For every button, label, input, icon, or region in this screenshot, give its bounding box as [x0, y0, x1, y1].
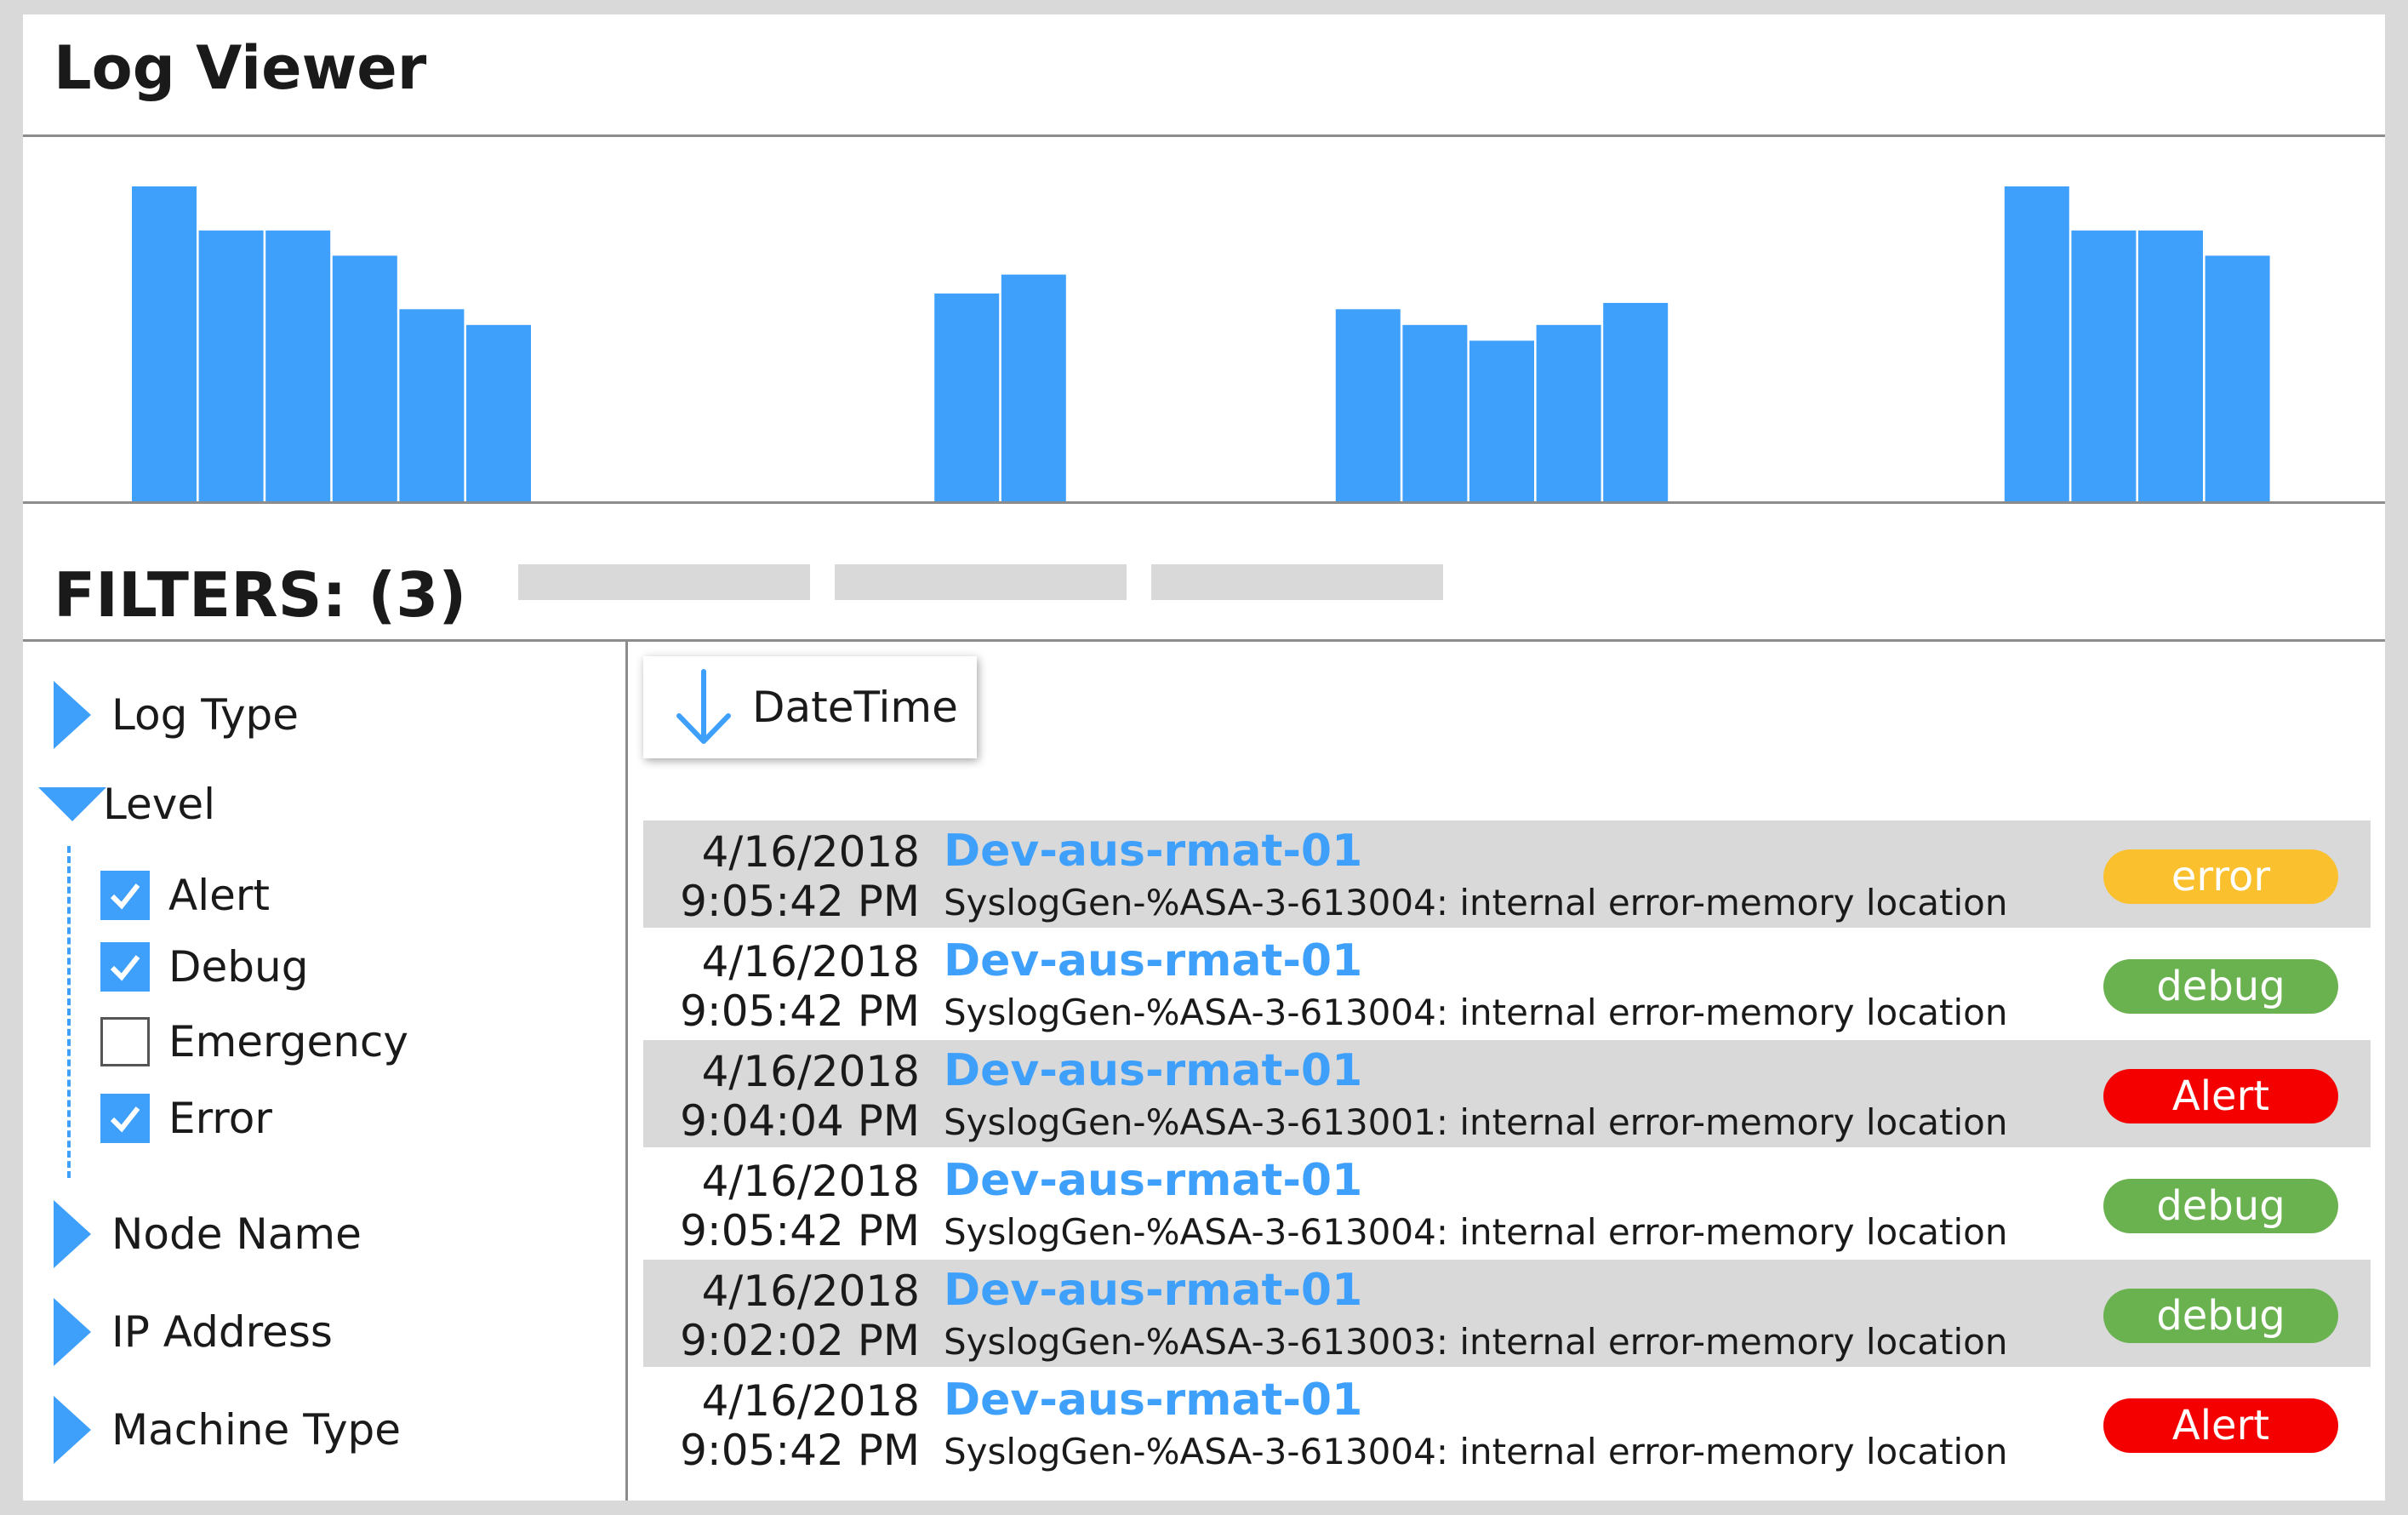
filter-chip-3[interactable]	[1151, 564, 1443, 600]
alert-checkbox[interactable]	[100, 871, 150, 920]
histogram-baseline	[23, 501, 2385, 504]
log-list: 4/16/2018 9:05:42 PM Dev-aus-rmat-01 Sys…	[643, 820, 2371, 1479]
histogram-bar[interactable]	[934, 293, 1000, 501]
filter-group-label: Machine Type	[111, 1405, 402, 1455]
sidebar-divider	[625, 642, 628, 1501]
header-divider	[23, 134, 2385, 137]
filters-header: FILTERS: (3)	[54, 559, 467, 631]
log-node-link[interactable]: Dev-aus-rmat-01	[944, 939, 1362, 983]
log-node-link[interactable]: Dev-aus-rmat-01	[944, 1049, 1362, 1093]
histogram-bar[interactable]	[2004, 186, 2069, 501]
histogram-bar[interactable]	[132, 186, 197, 501]
debug-checkbox[interactable]	[100, 942, 150, 992]
option-label: Debug	[168, 942, 309, 992]
collapse-triangle-icon[interactable]	[38, 787, 106, 821]
option-label: Emergency	[168, 1017, 409, 1066]
expand-triangle-icon[interactable]	[54, 1200, 91, 1268]
histogram-bar[interactable]	[2205, 255, 2270, 501]
log-node-link[interactable]: Dev-aus-rmat-01	[944, 1378, 1362, 1422]
error-checkbox[interactable]	[100, 1094, 150, 1143]
filter-group-label: Level	[103, 780, 215, 829]
checkmark-icon	[110, 955, 140, 981]
emergency-checkbox[interactable]	[100, 1017, 150, 1066]
log-message: SyslogGen-%ASA-3-613001: internal error-…	[944, 1101, 2008, 1143]
filter-group-label: IP Address	[111, 1307, 333, 1357]
histogram-bar[interactable]	[466, 324, 531, 501]
sort-label: DateTime	[752, 683, 958, 732]
expand-triangle-icon[interactable]	[54, 1298, 91, 1366]
histogram-bar[interactable]	[198, 230, 264, 501]
tree-connector-line	[67, 846, 71, 1178]
log-viewer-window: Log Viewer FILTERS: (3) Log Type Level A…	[23, 14, 2385, 1501]
level-badge-debug: debug	[2103, 1179, 2338, 1233]
histogram-bar[interactable]	[265, 230, 331, 501]
log-message: SyslogGen-%ASA-3-613004: internal error-…	[944, 1431, 2008, 1472]
log-message: SyslogGen-%ASA-3-613004: internal error-…	[944, 882, 2008, 923]
filter-group-ip-address[interactable]: IP Address	[23, 1298, 333, 1366]
level-option-emergency[interactable]: Emergency	[100, 1017, 408, 1066]
option-label: Error	[168, 1094, 272, 1143]
log-node-link[interactable]: Dev-aus-rmat-01	[944, 829, 1362, 873]
expand-triangle-icon[interactable]	[54, 681, 91, 749]
level-badge-alert: Alert	[2103, 1069, 2338, 1123]
histogram-bar[interactable]	[1536, 324, 1601, 501]
log-message: SyslogGen-%ASA-3-613003: internal error-…	[944, 1321, 2008, 1363]
log-time: 9:05:42 PM	[680, 877, 920, 926]
checkmark-icon	[110, 1106, 140, 1133]
arrow-down-icon	[676, 669, 731, 744]
log-row[interactable]: 4/16/2018 9:04:04 PM Dev-aus-rmat-01 Sys…	[643, 1040, 2371, 1147]
level-badge-alert: Alert	[2103, 1398, 2338, 1453]
histogram-bar[interactable]	[1335, 309, 1401, 501]
histogram-bar[interactable]	[1603, 302, 1669, 501]
log-date: 4/16/2018	[701, 1376, 920, 1426]
sort-datetime-button[interactable]: DateTime	[643, 656, 977, 758]
log-time: 9:05:42 PM	[680, 1206, 920, 1255]
expand-triangle-icon[interactable]	[54, 1396, 91, 1464]
filter-chip-1[interactable]	[518, 564, 810, 600]
level-option-alert[interactable]: Alert	[100, 871, 270, 920]
level-option-error[interactable]: Error	[100, 1094, 272, 1143]
filter-chip-2[interactable]	[835, 564, 1127, 600]
log-row[interactable]: 4/16/2018 9:05:42 PM Dev-aus-rmat-01 Sys…	[643, 820, 2371, 928]
log-row[interactable]: 4/16/2018 9:05:42 PM Dev-aus-rmat-01 Sys…	[643, 930, 2371, 1038]
log-node-link[interactable]: Dev-aus-rmat-01	[944, 1268, 1362, 1312]
level-badge-debug: debug	[2103, 1289, 2338, 1343]
log-node-link[interactable]: Dev-aus-rmat-01	[944, 1158, 1362, 1203]
histogram-bar[interactable]	[2071, 230, 2137, 501]
filter-group-machine-type[interactable]: Machine Type	[23, 1396, 401, 1464]
log-time: 9:04:04 PM	[680, 1096, 920, 1146]
log-date: 4/16/2018	[701, 937, 920, 986]
filter-group-log-type[interactable]: Log Type	[23, 681, 299, 749]
log-time: 9:05:42 PM	[680, 986, 920, 1036]
log-time: 9:05:42 PM	[680, 1426, 920, 1475]
filter-group-level[interactable]: Level	[23, 780, 215, 829]
filter-sidebar: Log Type Level Alert Debug Emergency Err…	[23, 642, 625, 1501]
log-row[interactable]: 4/16/2018 9:05:42 PM Dev-aus-rmat-01 Sys…	[643, 1369, 2371, 1477]
histogram-bar[interactable]	[1402, 324, 1468, 501]
log-date: 4/16/2018	[701, 1266, 920, 1316]
histogram-bar[interactable]	[1469, 340, 1534, 501]
log-date: 4/16/2018	[701, 827, 920, 877]
option-label: Alert	[168, 871, 271, 920]
log-message: SyslogGen-%ASA-3-613004: internal error-…	[944, 992, 2008, 1033]
log-date: 4/16/2018	[701, 1047, 920, 1096]
log-date: 4/16/2018	[701, 1157, 920, 1206]
filter-group-node-name[interactable]: Node Name	[23, 1200, 362, 1268]
histogram-bar[interactable]	[399, 309, 465, 501]
log-histogram[interactable]	[23, 151, 2385, 517]
histogram-bar[interactable]	[332, 255, 397, 501]
filter-group-label: Node Name	[111, 1209, 362, 1259]
level-option-debug[interactable]: Debug	[100, 942, 308, 992]
filter-group-label: Log Type	[111, 690, 300, 740]
checkmark-icon	[110, 883, 140, 910]
log-row[interactable]: 4/16/2018 9:05:42 PM Dev-aus-rmat-01 Sys…	[643, 1150, 2371, 1257]
histogram-bar[interactable]	[1001, 274, 1066, 501]
level-badge-error: error	[2103, 849, 2338, 904]
log-time: 9:02:02 PM	[680, 1316, 920, 1365]
page-title: Log Viewer	[54, 33, 427, 103]
level-badge-debug: debug	[2103, 959, 2338, 1014]
log-message: SyslogGen-%ASA-3-613004: internal error-…	[944, 1211, 2008, 1253]
log-row[interactable]: 4/16/2018 9:02:02 PM Dev-aus-rmat-01 Sys…	[643, 1260, 2371, 1367]
histogram-bar[interactable]	[2138, 230, 2203, 501]
